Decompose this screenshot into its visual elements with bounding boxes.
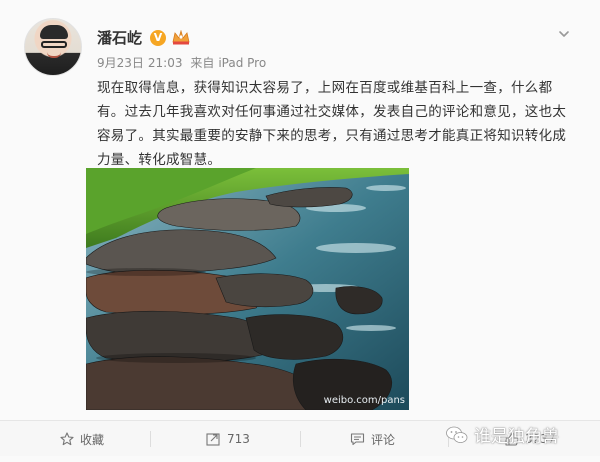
avatar-hair bbox=[40, 25, 68, 39]
vip-crown-icon bbox=[172, 30, 190, 45]
favorite-button[interactable]: 收藏 bbox=[60, 421, 104, 457]
wechat-watermark: 谁是独角兽 bbox=[446, 422, 559, 447]
post-text: 现在取得信息，获得知识太容易了，上网在百度或维基百科上一查，什么都有。过去几年我… bbox=[97, 80, 567, 168]
avatar-glasses bbox=[41, 41, 67, 48]
post-date[interactable]: 9月23日 bbox=[97, 56, 144, 70]
author-name[interactable]: 潘石屹 bbox=[97, 27, 142, 48]
author-avatar[interactable] bbox=[24, 18, 82, 76]
verified-v-icon: V bbox=[150, 29, 167, 46]
repost-count: 713 bbox=[227, 432, 250, 446]
repost-icon bbox=[206, 432, 221, 446]
post-meta: 9月23日 21:03 来自 iPad Pro bbox=[97, 54, 270, 71]
comment-label: 评论 bbox=[371, 432, 396, 447]
favorite-label: 收藏 bbox=[80, 432, 105, 447]
action-divider bbox=[300, 431, 301, 447]
post-time[interactable]: 21:03 bbox=[148, 56, 183, 70]
comment-button[interactable]: 评论 bbox=[350, 421, 395, 457]
author-name-row: 潘石屹 V bbox=[97, 27, 190, 48]
avatar-smile bbox=[47, 52, 61, 58]
image-watermark: weibo.com/pans bbox=[323, 395, 405, 406]
wechat-account-name: 谁是独角兽 bbox=[474, 427, 559, 447]
river-rocks-photo bbox=[86, 168, 409, 410]
post-image[interactable]: weibo.com/pans bbox=[86, 168, 409, 410]
action-divider bbox=[150, 431, 151, 447]
star-icon bbox=[60, 432, 74, 446]
wechat-logo-icon bbox=[446, 426, 468, 444]
repost-button[interactable]: 713 bbox=[206, 421, 250, 457]
weibo-post-card: 潘石屹 V 9月23日 21:03 来自 iPad Pro 现在取得信息，获得知识太… bbox=[0, 0, 600, 462]
comment-icon bbox=[350, 432, 365, 446]
post-source[interactable]: iPad Pro bbox=[218, 56, 266, 70]
chevron-down-icon[interactable] bbox=[558, 25, 570, 37]
post-source-prefix: 来自 bbox=[190, 56, 215, 70]
